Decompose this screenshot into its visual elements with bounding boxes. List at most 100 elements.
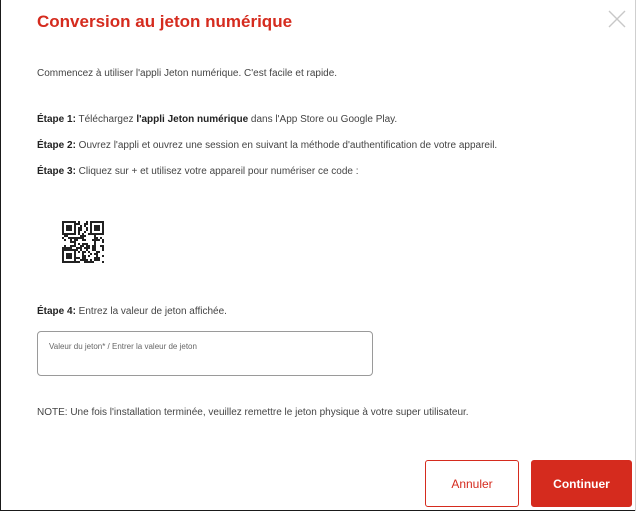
qr-module	[70, 247, 72, 249]
qr-module	[70, 261, 72, 263]
qr-module	[74, 229, 76, 231]
qr-module	[94, 229, 96, 231]
qr-module	[82, 251, 84, 253]
step-2-label: Étape 2:	[37, 140, 76, 151]
qr-module	[72, 221, 74, 223]
qr-module	[84, 259, 86, 261]
qr-module	[94, 233, 96, 235]
qr-module	[86, 249, 88, 251]
qr-module	[90, 233, 92, 235]
qr-module	[74, 259, 76, 261]
qr-module	[62, 233, 64, 235]
qr-module	[62, 225, 64, 227]
qr-module	[102, 261, 104, 263]
qr-module	[68, 221, 70, 223]
qr-module	[70, 227, 72, 229]
qr-module	[78, 261, 80, 263]
qr-module	[102, 233, 104, 235]
qr-module	[72, 233, 74, 235]
qr-module	[80, 235, 82, 237]
qr-module	[94, 225, 96, 227]
qr-module	[66, 249, 68, 251]
qr-module	[102, 227, 104, 229]
qr-module	[74, 253, 76, 255]
qr-module	[96, 255, 98, 257]
qr-module	[88, 247, 90, 249]
qr-module	[68, 249, 70, 251]
qr-module	[78, 233, 80, 235]
qr-module	[72, 237, 74, 239]
qr-module	[62, 259, 64, 261]
token-value-field[interactable]: Valeur du jeton* / Entrer la valeur de j…	[37, 331, 373, 376]
qr-module	[102, 221, 104, 223]
qr-module	[78, 229, 80, 231]
qr-module	[92, 261, 94, 263]
qr-module	[74, 255, 76, 257]
qr-module	[64, 221, 66, 223]
qr-module	[78, 227, 80, 229]
qr-module	[64, 239, 66, 241]
qr-module	[84, 257, 86, 259]
step-1-text-after: dans l'App Store ou Google Play.	[248, 114, 398, 125]
qr-module	[66, 227, 68, 229]
qr-module	[78, 257, 80, 259]
qr-module	[64, 245, 66, 247]
qr-module	[62, 223, 64, 225]
qr-module	[102, 241, 104, 243]
qr-module	[64, 247, 66, 249]
qr-module	[80, 247, 82, 249]
step-1-label: Étape 1:	[37, 114, 76, 125]
qr-module	[76, 237, 78, 239]
token-value-input[interactable]	[38, 332, 372, 375]
step-1-app-name: l'appli Jeton numérique	[136, 114, 249, 125]
qr-module	[64, 261, 66, 263]
qr-module	[68, 229, 70, 231]
qr-module	[64, 233, 66, 235]
qr-module	[62, 237, 64, 239]
qr-module	[76, 257, 78, 259]
continue-button[interactable]: Continuer	[531, 460, 632, 507]
qr-module	[74, 227, 76, 229]
qr-module	[92, 221, 94, 223]
qr-module	[76, 261, 78, 263]
cancel-button[interactable]: Annuler	[425, 460, 519, 507]
qr-module	[78, 237, 80, 239]
qr-module	[98, 233, 100, 235]
qr-module	[86, 245, 88, 247]
qr-module	[68, 247, 70, 249]
qr-module	[82, 245, 84, 247]
close-icon[interactable]	[606, 8, 628, 30]
qr-module	[84, 261, 86, 263]
qr-module	[80, 249, 82, 251]
qr-module	[82, 257, 84, 259]
qr-module	[82, 235, 84, 237]
qr-module	[66, 221, 68, 223]
qr-module	[90, 229, 92, 231]
qr-module	[94, 249, 96, 251]
qr-module	[70, 225, 72, 227]
qr-module	[86, 229, 88, 231]
qr-module	[94, 239, 96, 241]
qr-module	[68, 257, 70, 259]
qr-module	[74, 245, 76, 247]
qr-module	[92, 249, 94, 251]
qr-module	[84, 255, 86, 257]
qr-module	[100, 237, 102, 239]
qr-module	[72, 241, 74, 243]
qr-module	[86, 227, 88, 229]
qr-module	[92, 247, 94, 249]
qr-module	[96, 253, 98, 255]
qr-module	[88, 255, 90, 257]
qr-module	[86, 261, 88, 263]
qr-module	[62, 249, 64, 251]
qr-module	[88, 261, 90, 263]
qr-module	[74, 221, 76, 223]
qr-module	[76, 223, 78, 225]
qr-module	[66, 253, 68, 255]
qr-module	[74, 239, 76, 241]
qr-module	[68, 253, 70, 255]
step-4-text: Entrez la valeur de jeton affichée.	[75, 306, 227, 317]
qr-module	[82, 243, 84, 245]
qr-module	[62, 251, 64, 253]
step-1-text-before: Téléchargez	[75, 114, 137, 125]
